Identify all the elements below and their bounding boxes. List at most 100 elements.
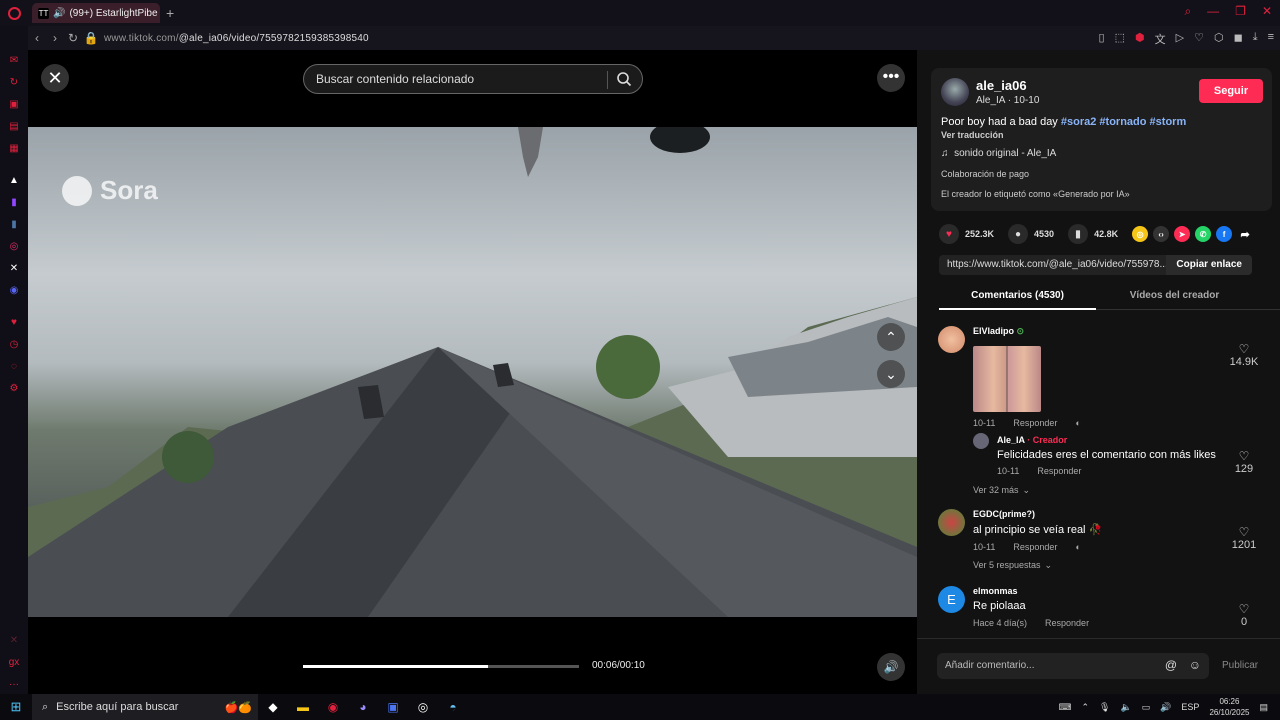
back-button[interactable]: ‹	[28, 31, 46, 45]
comment-stat[interactable]: ● 4530	[1008, 224, 1054, 244]
windows-start-icon[interactable]: ⊞	[0, 699, 32, 715]
heart-outline-icon[interactable]: ♡	[1226, 449, 1262, 463]
messenger-icon[interactable]: ✉	[6, 52, 22, 68]
download-icon[interactable]: ⤓	[1253, 31, 1258, 47]
player-icon[interactable]: ▤	[6, 118, 22, 134]
video-link-field[interactable]: https://www.tiktok.com/@ale_ia06/video/7…	[939, 255, 1252, 275]
opera-logo-icon[interactable]	[0, 0, 28, 26]
translate-icon[interactable]: 文	[1155, 31, 1166, 47]
like-stat[interactable]: ♥ 252.3K	[939, 224, 994, 244]
news-icon[interactable]: ▦	[6, 140, 22, 156]
network-icon[interactable]: ▭	[1142, 702, 1151, 713]
view-more-replies[interactable]: Ver 32 más ⌄	[973, 485, 1030, 496]
more-options-button[interactable]: •••	[877, 64, 905, 92]
hashtag-link[interactable]: #sora2	[1061, 116, 1096, 128]
settings-icon[interactable]: ⚙	[6, 380, 22, 396]
volume-tray-icon[interactable]: 🔈	[1120, 702, 1131, 713]
profile-avatar[interactable]: ◼	[1234, 31, 1243, 47]
facebook-icon[interactable]: f	[1216, 226, 1233, 242]
obs-icon[interactable]: ◎	[408, 700, 438, 714]
heart-outline-icon[interactable]: ♡	[1226, 525, 1262, 539]
commenter-avatar[interactable]	[938, 326, 965, 353]
send-icon[interactable]: ➤	[1174, 226, 1191, 242]
wallet-icon[interactable]: ▣	[6, 96, 22, 112]
comment-image[interactable]	[973, 346, 1041, 412]
play-icon[interactable]: ▷	[1176, 31, 1184, 47]
share-arrow-icon[interactable]: ➦	[1237, 226, 1253, 242]
video-progress-bar[interactable]	[303, 665, 579, 668]
file-explorer-icon[interactable]: ▬	[288, 700, 318, 714]
commenter-name[interactable]: elmonmas	[973, 586, 1018, 596]
extensions-icon[interactable]: ⬡	[1214, 31, 1224, 47]
remote-app-icon[interactable]: ▣	[378, 700, 408, 714]
bookmark-icon[interactable]: ▯	[1099, 31, 1105, 47]
shield-icon[interactable]: ⬢	[1135, 31, 1145, 47]
browser-tab-active[interactable]: TT 🔊 (99+) EstarlightPibe (@	[32, 3, 160, 23]
video-frame[interactable]: Sora	[28, 127, 917, 617]
x-icon[interactable]: ✕	[6, 260, 22, 276]
speaker-icon[interactable]: 🔊	[53, 8, 65, 19]
new-tab-button[interactable]: +	[166, 5, 174, 21]
hashtag-link[interactable]: #tornado	[1099, 116, 1146, 128]
heart-outline-icon[interactable]: ♡	[1226, 602, 1262, 616]
vk-icon[interactable]: ▮	[6, 216, 22, 232]
search-icon[interactable]	[616, 71, 632, 87]
aria-icon[interactable]: ▲	[6, 172, 22, 188]
heart-outline-icon[interactable]: ♡	[1226, 342, 1262, 356]
more-icon[interactable]: ···	[6, 676, 22, 692]
follow-button[interactable]: Seguir	[1199, 79, 1263, 103]
mention-icon[interactable]: @	[1165, 658, 1177, 672]
hashtag-link[interactable]: #storm	[1150, 116, 1187, 128]
discord-icon[interactable]: ◉	[6, 282, 22, 298]
minimize-button[interactable]: —	[1207, 4, 1219, 19]
notifications-icon[interactable]: ▤	[1259, 702, 1268, 713]
reply-author[interactable]: Ale_IA · Creador	[997, 435, 1067, 445]
related-search-input[interactable]: Buscar contenido relacionado	[303, 64, 643, 94]
snapshot-icon[interactable]: ⬚	[1115, 31, 1125, 47]
reply-reply-button[interactable]: Responder	[1037, 466, 1081, 476]
video-player[interactable]: Sora ✕ Buscar contenido relacionado ••• …	[28, 50, 917, 694]
url-field[interactable]: www.tiktok.com/@ale_ia06/video/755978215…	[104, 33, 369, 44]
clock[interactable]: 06:26 26/10/2025	[1209, 696, 1249, 718]
previous-video-button[interactable]: ⌃	[877, 323, 905, 351]
bookmark-icon[interactable]: ▮	[1068, 224, 1089, 244]
language-indicator[interactable]: ESP	[1181, 702, 1199, 712]
menu-icon[interactable]: ≡	[1268, 31, 1274, 47]
see-translation-link[interactable]: Ver traducción	[941, 130, 1004, 140]
maximize-button[interactable]: ❐	[1235, 4, 1246, 19]
reply-like[interactable]: ♡ 129	[1226, 449, 1262, 475]
opera-gx-icon[interactable]: ◉	[318, 700, 348, 714]
chat-icon[interactable]: ◌	[6, 358, 22, 374]
reply-avatar[interactable]	[973, 433, 989, 449]
tab-creator-videos[interactable]: Vídeos del creador	[1096, 286, 1253, 301]
save-stat[interactable]: ▮ 42.8K	[1068, 224, 1118, 244]
commenter-avatar[interactable]	[938, 509, 965, 536]
reply-button[interactable]: Responder	[1013, 418, 1057, 428]
whatsapp-icon[interactable]: ✆	[1195, 226, 1212, 242]
comment-icon[interactable]: ●	[1008, 224, 1029, 244]
music-link[interactable]: ♫ sonido original - Ale_IA	[941, 148, 1056, 159]
keyboard-icon[interactable]: ⌨	[1058, 702, 1071, 713]
next-video-button[interactable]: ⌄	[877, 360, 905, 388]
instagram-icon[interactable]: ◎	[6, 238, 22, 254]
volume-icon[interactable]: 🔊	[1160, 702, 1171, 713]
copilot-icon[interactable]: ◆	[258, 700, 288, 714]
reply-button[interactable]: Responder	[1045, 618, 1089, 628]
comment-like[interactable]: ♡ 0	[1226, 602, 1262, 628]
embed-icon[interactable]: ‹›	[1153, 226, 1170, 242]
volume-button[interactable]: 🔊	[877, 653, 905, 681]
copy-link-button[interactable]: Copiar enlace	[1166, 255, 1252, 275]
clock-icon[interactable]: ◷	[6, 336, 22, 352]
heart-icon[interactable]: ♥	[939, 224, 959, 244]
close-video-button[interactable]: ✕	[41, 64, 69, 92]
author-username[interactable]: ale_ia06	[976, 78, 1027, 93]
commenter-avatar[interactable]: E	[938, 586, 965, 613]
heart-icon[interactable]: ♡	[1194, 31, 1204, 47]
reload-button[interactable]: ↻	[64, 31, 82, 45]
twitch-icon[interactable]: ▮	[6, 194, 22, 210]
view-replies[interactable]: Ver 5 respuestas ⌄	[973, 560, 1052, 571]
discord-app-icon[interactable]: ◕	[348, 700, 378, 714]
add-comment-input[interactable]: Añadir comentario... @ ☺	[937, 653, 1209, 679]
commenter-name[interactable]: ElVladipo ⊙	[973, 326, 1024, 337]
steam-icon[interactable]: ◓	[438, 700, 468, 714]
